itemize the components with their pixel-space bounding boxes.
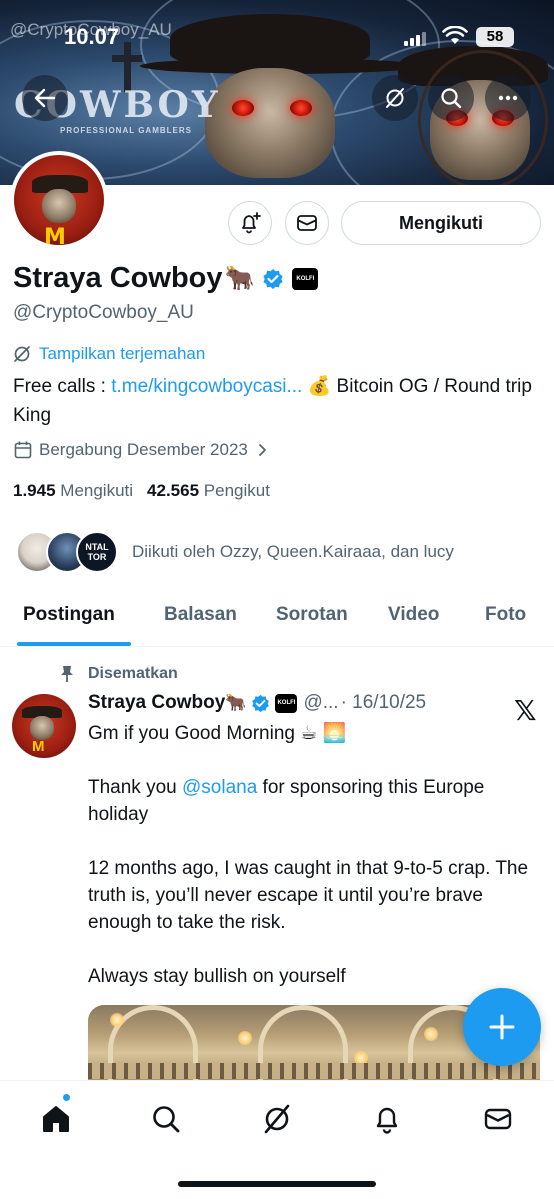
signal-icon xyxy=(404,30,430,46)
avatar-skull xyxy=(30,716,54,740)
verified-badge-icon[interactable] xyxy=(262,268,284,290)
translate-link[interactable]: Tampilkan terjemahan xyxy=(13,344,205,364)
post-author-emoji: 🐂 xyxy=(225,693,247,712)
banner-logo-subtitle: PROFESSIONAL GAMBLERS xyxy=(60,126,192,135)
following-count: 1.945 xyxy=(13,481,56,500)
profile-name-row: Straya Cowboy 🐂 KOLFI xyxy=(13,262,319,295)
more-icon xyxy=(498,95,518,101)
tab-video[interactable]: Video xyxy=(388,604,439,626)
followers-label: Pengikut xyxy=(203,481,270,500)
mail-icon xyxy=(297,215,317,231)
followers-count: 42.565 xyxy=(147,481,200,500)
joined-label: Bergabung Desember 2023 xyxy=(39,440,248,459)
notify-button[interactable] xyxy=(228,201,272,245)
nav-home[interactable] xyxy=(36,1099,76,1139)
follower-avatar-text: NTAL TOR xyxy=(85,542,109,562)
message-button[interactable] xyxy=(285,201,329,245)
calendar-icon xyxy=(14,441,32,459)
post-text[interactable]: Gm if you Good Morning ☕ 🌅 Thank you @so… xyxy=(88,720,538,1017)
search-icon xyxy=(441,88,462,109)
compose-button[interactable] xyxy=(463,988,541,1066)
following-button[interactable]: Mengikuti xyxy=(341,201,541,245)
grok-icon xyxy=(264,1104,290,1134)
home-icon xyxy=(43,1106,69,1132)
battery-indicator: 58 xyxy=(476,27,514,47)
post-paragraph-2: Thank you @solana for sponsoring this Eu… xyxy=(88,774,538,828)
post-paragraph-4: Always stay bullish on yourself xyxy=(88,966,346,987)
banner-rope xyxy=(418,50,548,185)
chevron-right-icon xyxy=(258,444,266,456)
translate-label: Tampilkan terjemahan xyxy=(39,344,206,363)
home-notification-dot xyxy=(62,1093,71,1102)
search-button[interactable] xyxy=(428,75,474,121)
media-lamp xyxy=(424,1027,438,1041)
affiliate-badge[interactable]: KOLFI xyxy=(275,693,298,713)
translate-icon xyxy=(14,346,30,362)
profile-handle: @CryptoCowboy_AU xyxy=(13,302,194,323)
followers-count-link[interactable]: 42.565 Pengikut xyxy=(147,481,270,501)
tab-replies[interactable]: Balasan xyxy=(164,604,237,626)
avatar-skull xyxy=(42,189,76,223)
post-handle[interactable]: @... xyxy=(303,692,338,714)
banner-eye xyxy=(232,100,254,116)
display-name: Straya Cowboy xyxy=(13,262,223,294)
pinned-label: Disematkan xyxy=(88,665,178,682)
arrow-left-icon xyxy=(34,88,56,108)
name-emoji: 🐂 xyxy=(224,265,255,292)
following-label: Mengikuti xyxy=(60,481,134,500)
bio-link[interactable]: t.me/kingcowboycasi... xyxy=(111,376,302,397)
post-author-avatar[interactable]: M xyxy=(12,694,76,758)
plus-icon xyxy=(489,1014,515,1040)
pin-icon xyxy=(61,666,73,682)
tab-highlights[interactable]: Sorotan xyxy=(276,604,348,626)
more-button[interactable] xyxy=(485,75,531,121)
post-p2-prefix: Thank you xyxy=(88,777,182,798)
home-indicator xyxy=(178,1181,376,1187)
search-icon xyxy=(153,1106,180,1133)
status-time: 10.07 xyxy=(64,24,120,49)
avatar-logo: M xyxy=(44,225,66,249)
post-date[interactable]: · 16/10/25 xyxy=(341,692,427,714)
nav-messages[interactable] xyxy=(478,1099,518,1139)
joined-date[interactable]: Bergabung Desember 2023 xyxy=(13,440,270,460)
wifi-icon xyxy=(442,25,468,48)
verified-badge-icon[interactable] xyxy=(251,694,270,713)
mail-icon xyxy=(484,1108,512,1130)
banner-skull xyxy=(205,68,335,178)
banner-eye xyxy=(290,100,312,116)
tab-photos[interactable]: Foto xyxy=(485,604,526,626)
grok-button[interactable] xyxy=(372,75,418,121)
status-bar: @CryptoCowboy_AU 10.07 58 xyxy=(0,20,554,52)
active-tab-indicator xyxy=(17,642,131,646)
profile-avatar[interactable]: M xyxy=(10,151,108,249)
profile-tabs: Postingan Balasan Sorotan Video Foto xyxy=(0,592,554,647)
post-paragraph-3: 12 months ago, I was caught in that 9-to… xyxy=(88,858,529,933)
profile-bio: Free calls : t.me/kingcowboycasi... 💰 Bi… xyxy=(13,372,533,430)
mention-link[interactable]: @solana xyxy=(182,777,257,798)
followed-by[interactable]: NTAL TOR Diikuti oleh Ozzy, Queen.Kairaa… xyxy=(16,529,454,575)
nav-notifications[interactable] xyxy=(367,1099,407,1139)
bell-plus-icon xyxy=(242,212,261,234)
pinned-label-row: Disematkan xyxy=(60,665,178,683)
follower-avatar: NTAL TOR xyxy=(76,531,118,573)
media-balustrade xyxy=(88,1063,540,1079)
post-header: Straya Cowboy 🐂 KOLFI @... · 16/10/25 xyxy=(88,692,426,714)
tab-posts[interactable]: Postingan xyxy=(23,604,115,626)
nav-grok[interactable] xyxy=(257,1099,297,1139)
post-line-1: Gm if you Good Morning ☕ 🌅 xyxy=(88,723,347,744)
followed-by-text: Diikuti oleh Ozzy, Queen.Kairaaa, dan lu… xyxy=(132,542,454,561)
media-lamp xyxy=(110,1013,124,1027)
follow-counts: 1.945 Mengikuti 42.565 Pengikut xyxy=(13,481,270,501)
avatar-logo: M xyxy=(32,738,45,755)
affiliate-badge[interactable]: KOLFI xyxy=(292,267,319,290)
bell-icon xyxy=(376,1107,398,1134)
post-author-name[interactable]: Straya Cowboy xyxy=(88,692,225,714)
back-button[interactable] xyxy=(22,75,68,121)
following-count-link[interactable]: 1.945 Mengikuti xyxy=(13,481,133,501)
bio-prefix: Free calls : xyxy=(13,376,112,397)
media-lamp xyxy=(238,1031,252,1045)
grok-icon xyxy=(386,88,404,108)
nav-search[interactable] xyxy=(146,1099,186,1139)
